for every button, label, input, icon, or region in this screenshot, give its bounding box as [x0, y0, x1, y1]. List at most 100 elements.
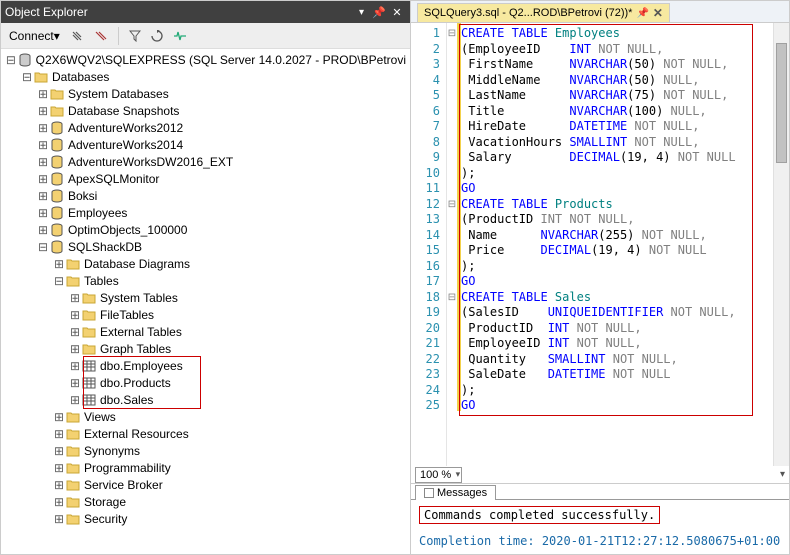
code-line[interactable]: Quantity SMALLINT NOT NULL, — [461, 352, 769, 368]
code-line[interactable]: VacationHours SMALLINT NOT NULL, — [461, 135, 769, 151]
refresh-icon[interactable] — [147, 28, 167, 44]
twisty-icon[interactable]: ⊞ — [53, 512, 65, 526]
tree-item[interactable]: ⊞System Databases — [1, 85, 410, 102]
code-area[interactable]: CREATE TABLE Employees(EmployeeID INT NO… — [457, 23, 773, 466]
tree-item[interactable]: ⊞Boksi — [1, 187, 410, 204]
code-line[interactable]: CREATE TABLE Sales — [461, 290, 769, 306]
twisty-icon[interactable]: ⊞ — [53, 257, 65, 271]
messages-tab[interactable]: Messages — [415, 485, 496, 500]
code-line[interactable]: HireDate DATETIME NOT NULL, — [461, 119, 769, 135]
tree-databases[interactable]: ⊟Databases — [1, 68, 410, 85]
code-editor[interactable]: 1234567891011121314151617181920212223242… — [411, 23, 789, 466]
object-explorer-tree[interactable]: ⊟Q2X6WQV2\SQLEXPRESS (SQL Server 14.0.20… — [1, 49, 410, 554]
scrollbar-thumb[interactable] — [776, 43, 787, 163]
code-line[interactable]: ProductID INT NOT NULL, — [461, 321, 769, 337]
editor-scrollbar[interactable] — [773, 23, 789, 466]
code-line[interactable]: LastName NVARCHAR(75) NOT NULL, — [461, 88, 769, 104]
twisty-icon[interactable]: ⊞ — [37, 104, 49, 118]
code-line[interactable]: ); — [461, 383, 769, 399]
code-line[interactable]: SaleDate DATETIME NOT NULL — [461, 367, 769, 383]
twisty-icon[interactable]: ⊞ — [37, 155, 49, 169]
tree-item[interactable]: ⊞Database Diagrams — [1, 255, 410, 272]
twisty-icon[interactable]: ⊞ — [53, 444, 65, 458]
disconnect-icon[interactable] — [66, 27, 88, 45]
code-line[interactable]: ); — [461, 166, 769, 182]
tree-table[interactable]: ⊞dbo.Sales — [1, 391, 410, 408]
tree-item[interactable]: ⊞ApexSQLMonitor — [1, 170, 410, 187]
twisty-icon[interactable]: ⊞ — [37, 138, 49, 152]
tree-item[interactable]: ⊞Graph Tables — [1, 340, 410, 357]
twisty-icon[interactable]: ⊞ — [69, 308, 81, 322]
tree-item[interactable]: ⊞FileTables — [1, 306, 410, 323]
code-line[interactable]: Name NVARCHAR(255) NOT NULL, — [461, 228, 769, 244]
tab-pin-icon[interactable]: 📌 — [636, 8, 648, 19]
connect-button[interactable]: Connect ▾ — [5, 27, 64, 45]
code-line[interactable]: Price DECIMAL(19, 4) NOT NULL — [461, 243, 769, 259]
twisty-icon[interactable]: ⊞ — [37, 121, 49, 135]
twisty-icon[interactable]: ⊞ — [69, 393, 81, 407]
code-line[interactable]: GO — [461, 181, 769, 197]
twisty-icon[interactable]: ⊞ — [53, 427, 65, 441]
twisty-icon[interactable]: ⊞ — [69, 359, 81, 373]
tree-item[interactable]: ⊞Views — [1, 408, 410, 425]
twisty-icon[interactable]: ⊞ — [53, 461, 65, 475]
tree-table[interactable]: ⊞dbo.Products — [1, 374, 410, 391]
code-line[interactable]: CREATE TABLE Products — [461, 197, 769, 213]
code-line[interactable]: ); — [461, 259, 769, 275]
code-line[interactable]: FirstName NVARCHAR(50) NOT NULL, — [461, 57, 769, 73]
twisty-icon[interactable]: ⊞ — [37, 172, 49, 186]
code-line[interactable]: (SalesID UNIQUEIDENTIFIER NOT NULL, — [461, 305, 769, 321]
pin-icon[interactable]: 📌 — [370, 6, 388, 19]
code-line[interactable]: GO — [461, 274, 769, 290]
tree-item[interactable]: ⊞AdventureWorks2012 — [1, 119, 410, 136]
twisty-icon[interactable]: ⊞ — [37, 87, 49, 101]
tree-item[interactable]: ⊞Security — [1, 510, 410, 527]
tree-item[interactable]: ⊞System Tables — [1, 289, 410, 306]
tree-tables[interactable]: ⊟Tables — [1, 272, 410, 289]
tree-item[interactable]: ⊞Employees — [1, 204, 410, 221]
twisty-icon[interactable]: ⊞ — [37, 206, 49, 220]
panel-menu-icon[interactable]: ▾ — [359, 7, 364, 18]
code-line[interactable]: GO — [461, 398, 769, 414]
close-icon[interactable]: ✕ — [388, 6, 406, 19]
code-line[interactable]: Salary DECIMAL(19, 4) NOT NULL — [461, 150, 769, 166]
tree-item[interactable]: ⊞Programmability — [1, 459, 410, 476]
activity-icon[interactable] — [169, 28, 191, 44]
twisty-icon[interactable]: ⊞ — [53, 410, 65, 424]
twisty-icon[interactable]: ⊞ — [53, 495, 65, 509]
tree-item[interactable]: ⊞External Tables — [1, 323, 410, 340]
dropdown-icon[interactable]: ▾ — [780, 469, 785, 480]
tree-item[interactable]: ⊞OptimObjects_100000 — [1, 221, 410, 238]
twisty-icon[interactable]: ⊟ — [37, 240, 49, 254]
twisty-icon[interactable]: ⊟ — [21, 70, 33, 84]
code-line[interactable]: Title NVARCHAR(100) NULL, — [461, 104, 769, 120]
code-line[interactable]: CREATE TABLE Employees — [461, 26, 769, 42]
twisty-icon[interactable]: ⊞ — [37, 189, 49, 203]
code-line[interactable]: EmployeeID INT NOT NULL, — [461, 336, 769, 352]
twisty-icon[interactable]: ⊟ — [53, 274, 65, 288]
twisty-icon[interactable]: ⊞ — [53, 478, 65, 492]
tree-item[interactable]: ⊞Synonyms — [1, 442, 410, 459]
tree-item[interactable]: ⊞AdventureWorks2014 — [1, 136, 410, 153]
tree-item[interactable]: ⊞Service Broker — [1, 476, 410, 493]
tree-item[interactable]: ⊞External Resources — [1, 425, 410, 442]
twisty-icon[interactable]: ⊞ — [69, 342, 81, 356]
twisty-icon[interactable]: ⊞ — [69, 291, 81, 305]
code-line[interactable]: (EmployeeID INT NOT NULL, — [461, 42, 769, 58]
tab-close-icon[interactable]: ✕ — [653, 6, 663, 20]
filter-icon[interactable] — [125, 28, 145, 44]
code-line[interactable]: (ProductID INT NOT NULL, — [461, 212, 769, 228]
twisty-icon[interactable]: ⊞ — [37, 223, 49, 237]
code-line[interactable]: MiddleName NVARCHAR(50) NULL, — [461, 73, 769, 89]
disconnect-all-icon[interactable] — [90, 27, 112, 45]
twisty-icon[interactable]: ⊟ — [5, 53, 17, 67]
tree-item[interactable]: ⊞AdventureWorksDW2016_EXT — [1, 153, 410, 170]
tree-item[interactable]: ⊞Database Snapshots — [1, 102, 410, 119]
twisty-icon[interactable]: ⊞ — [69, 376, 81, 390]
tree-server[interactable]: ⊟Q2X6WQV2\SQLEXPRESS (SQL Server 14.0.20… — [1, 51, 410, 68]
tree-item[interactable]: ⊞Storage — [1, 493, 410, 510]
tree-current-db[interactable]: ⊟SQLShackDB — [1, 238, 410, 255]
tree-table[interactable]: ⊞dbo.Employees — [1, 357, 410, 374]
editor-tab[interactable]: SQLQuery3.sql - Q2...ROD\BPetrovi (72))*… — [417, 3, 670, 22]
twisty-icon[interactable]: ⊞ — [69, 325, 81, 339]
